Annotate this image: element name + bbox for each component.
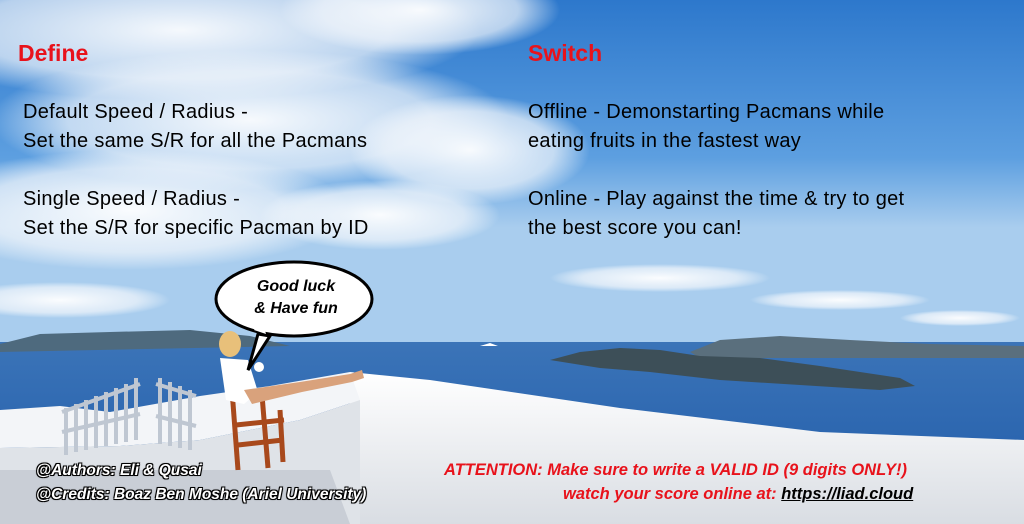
- offline-mode-desc: eating fruits in the fastest way: [528, 130, 802, 152]
- authors-credit: @Authors: Eli & Qusai: [36, 462, 202, 479]
- single-speed-radius-desc: Set the S/R for specific Pacman by ID: [23, 217, 369, 239]
- switch-heading: Switch: [528, 40, 603, 66]
- watch-score-prefix: watch your score online at:: [563, 485, 782, 503]
- watch-score-line: watch your score online at: https://liad…: [563, 485, 913, 504]
- default-speed-radius-desc: Set the same S/R for all the Pacmans: [23, 130, 368, 152]
- offline-mode-title: Offline - Demonstarting Pacmans while: [528, 101, 885, 123]
- splash-screen: Define Default Speed / Radius - Set the …: [0, 0, 1024, 524]
- score-website-link[interactable]: https://liad.cloud: [781, 485, 913, 503]
- credits-line: @Credits: Boaz Ben Moshe (Ariel Universi…: [36, 486, 367, 503]
- online-mode-desc: the best score you can!: [528, 217, 742, 239]
- define-heading: Define: [18, 40, 89, 66]
- bubble-line-1: Good luck: [256, 278, 336, 295]
- speech-bubble-text: Good luck & Have fun: [226, 276, 366, 320]
- single-speed-radius-title: Single Speed / Radius -: [23, 188, 241, 210]
- online-mode-title: Online - Play against the time & try to …: [528, 188, 905, 210]
- attention-notice: ATTENTION: Make sure to write a VALID ID…: [444, 461, 907, 479]
- default-speed-radius-title: Default Speed / Radius -: [23, 101, 249, 123]
- santorini-background-image: [0, 0, 1024, 524]
- bubble-line-2: & Have fun: [254, 300, 338, 317]
